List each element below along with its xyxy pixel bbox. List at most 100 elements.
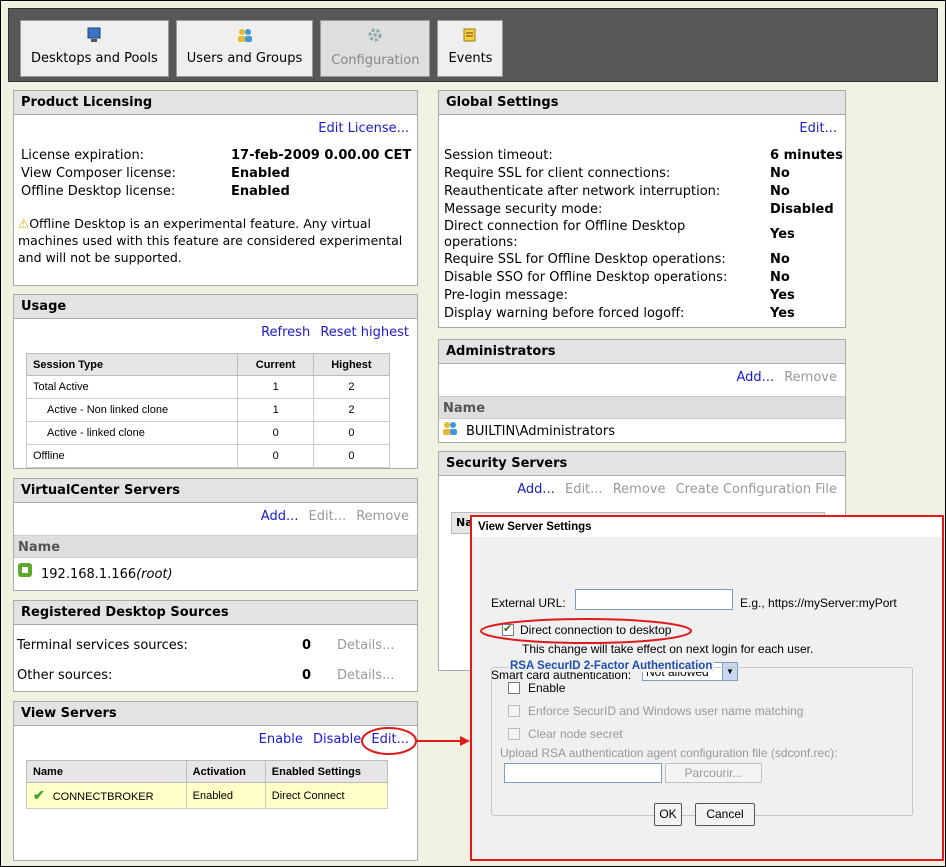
license-expiration-row: License expiration: 17-feb-2009 0.00.00 C… — [21, 148, 412, 163]
tab-events[interactable]: Events — [437, 20, 504, 77]
tab-label: Desktops and Pools — [31, 51, 158, 66]
remove-security-server-link[interactable]: Remove — [613, 482, 666, 497]
check-icon: ✔ — [33, 787, 45, 803]
setting-row: Session timeout: 6 minutes — [444, 148, 843, 163]
tab-label: Configuration — [331, 53, 420, 68]
add-vcenter-link[interactable]: Add... — [261, 509, 299, 524]
enforce-label: Enforce SecurID and Windows user name ma… — [528, 704, 804, 718]
disable-view-server-link[interactable]: Disable — [313, 732, 361, 747]
browse-button[interactable]: Parcourir... — [665, 763, 762, 783]
edit-global-settings-link[interactable]: Edit... — [799, 121, 837, 136]
panel-actions: Edit License... — [14, 115, 417, 141]
setting-row: Direct connection for Offline Desktop op… — [444, 219, 795, 250]
add-administrator-link[interactable]: Add... — [737, 370, 775, 385]
tab-label: Users and Groups — [186, 51, 303, 66]
refresh-link[interactable]: Refresh — [261, 325, 310, 340]
external-url-hint: E.g., https://myServer:myPort — [740, 596, 897, 610]
panel-actions: Add... Edit... Remove Create Configurati… — [439, 476, 845, 502]
edit-license-link[interactable]: Edit License... — [318, 121, 409, 136]
view-servers-table: Name Activation Enabled Settings ✔ CONNEC… — [26, 760, 389, 809]
column-header: Session Type — [25, 353, 239, 376]
tab-label: Events — [448, 51, 493, 66]
panel-actions: Add... Edit... Remove — [14, 503, 417, 529]
tab-desktops-and-pools[interactable]: Desktops and Pools — [20, 20, 169, 77]
direct-connection-option[interactable]: Direct connection to desktop — [502, 622, 672, 637]
edit-vcenter-link[interactable]: Edit... — [309, 509, 347, 524]
vcenter-server-row[interactable]: 192.168.1.166 (root) — [14, 562, 417, 588]
external-url-input[interactable] — [575, 589, 733, 610]
tab-configuration[interactable]: Configuration — [320, 20, 431, 77]
table-row: Active - Non linked clone 1 2 — [25, 398, 391, 422]
panel-actions: Add... Remove — [439, 364, 845, 390]
table-row[interactable]: ✔ CONNECTBROKER Enabled Direct Connect — [26, 782, 389, 809]
other-details-link[interactable]: Details... — [337, 663, 394, 689]
virtualcenter-servers-panel: VirtualCenter Servers Add... Edit... Rem… — [13, 478, 418, 591]
clear-node-option[interactable]: Clear node secret — [508, 727, 623, 741]
upload-label: Upload RSA authentication agent configur… — [500, 746, 838, 760]
table-row: Total Active 1 2 — [25, 375, 391, 399]
direct-connection-checkbox[interactable] — [502, 622, 514, 636]
column-header: Current — [237, 353, 314, 376]
usage-table: Session Type Current Highest Total Activ… — [25, 353, 391, 468]
enforce-option[interactable]: Enforce SecurID and Windows user name ma… — [508, 704, 803, 718]
edit-view-server-link[interactable]: Edit... — [371, 732, 409, 747]
setting-row: Message security mode: Disabled — [444, 202, 834, 217]
registered-desktop-sources-panel: Registered Desktop Sources Terminal serv… — [13, 600, 418, 692]
usage-panel: Usage Refresh Reset highest Session Type… — [13, 294, 418, 469]
administrator-name: BUILTIN\Administrators — [466, 424, 615, 439]
panel-title: Usage — [14, 295, 417, 319]
setting-row: Require SSL for client connections: No — [444, 166, 790, 181]
terminal-details-link[interactable]: Details... — [337, 633, 394, 659]
table-row: Active - linked clone 0 0 — [25, 421, 391, 445]
clear-node-checkbox[interactable] — [508, 728, 520, 740]
cancel-button[interactable]: Cancel — [695, 803, 755, 826]
users-icon — [236, 27, 254, 46]
upload-file-input[interactable] — [504, 763, 662, 783]
panel-title: View Servers — [14, 702, 417, 726]
direct-connection-label: Direct connection to desktop — [520, 623, 672, 637]
rsa-enable-option[interactable]: Enable — [508, 681, 565, 695]
rsa-enable-label: Enable — [528, 681, 566, 695]
ok-button[interactable]: OK — [654, 803, 682, 826]
column-header: Activation — [185, 760, 266, 783]
create-configuration-file-link[interactable]: Create Configuration File — [676, 482, 837, 497]
rsa-group-title: RSA SecurID 2-Factor Authentication — [508, 660, 715, 672]
events-icon — [462, 27, 478, 46]
reset-highest-link[interactable]: Reset highest — [320, 325, 409, 340]
view-servers-panel: View Servers Enable Disable Edit... Name… — [13, 701, 418, 861]
vcenter-server-ip: 192.168.1.166 — [41, 567, 137, 582]
panel-title: Product Licensing — [14, 91, 417, 115]
dialog-title: View Server Settings — [472, 517, 942, 537]
panel-title: Security Servers — [439, 452, 845, 476]
view-composer-row: View Composer license: Enabled — [21, 166, 290, 181]
setting-row: Display warning before forced logoff: Yes — [444, 306, 795, 321]
remove-administrator-link[interactable]: Remove — [784, 370, 837, 385]
administrators-panel: Administrators Add... Remove Name BUILTI… — [438, 339, 846, 443]
desktop-icon — [86, 27, 102, 46]
panel-actions: Edit... — [439, 115, 845, 141]
vcenter-server-user: (root) — [136, 567, 173, 582]
setting-row: Disable SSO for Offline Desktop operatio… — [444, 270, 790, 285]
column-header: Enabled Settings — [264, 760, 389, 783]
table-row: Offline 0 0 — [25, 444, 391, 468]
direct-connection-note: This change will take effect on next log… — [522, 642, 814, 656]
column-header: Highest — [312, 353, 391, 376]
enforce-checkbox[interactable] — [508, 705, 520, 717]
enable-view-server-link[interactable]: Enable — [259, 732, 303, 747]
panel-title: VirtualCenter Servers — [14, 479, 417, 503]
tab-users-and-groups[interactable]: Users and Groups — [175, 20, 314, 77]
clear-node-label: Clear node secret — [528, 727, 623, 741]
edit-security-server-link[interactable]: Edit... — [565, 482, 603, 497]
add-security-server-link[interactable]: Add... — [517, 482, 555, 497]
setting-row: Require SSL for Offline Desktop operatio… — [444, 252, 790, 267]
group-icon — [442, 419, 458, 445]
main-tabs: Desktops and Pools Users and Groups Conf… — [8, 8, 504, 88]
vcenter-server-icon — [17, 562, 33, 588]
panel-title: Administrators — [439, 340, 845, 364]
terminal-services-row: Terminal services sources: 0 Details... — [14, 633, 417, 659]
panel-actions: Refresh Reset highest — [14, 319, 417, 345]
administrator-row[interactable]: BUILTIN\Administrators — [439, 419, 845, 445]
name-column-header: Name — [439, 396, 845, 419]
remove-vcenter-link[interactable]: Remove — [356, 509, 409, 524]
rsa-enable-checkbox[interactable] — [508, 682, 520, 694]
